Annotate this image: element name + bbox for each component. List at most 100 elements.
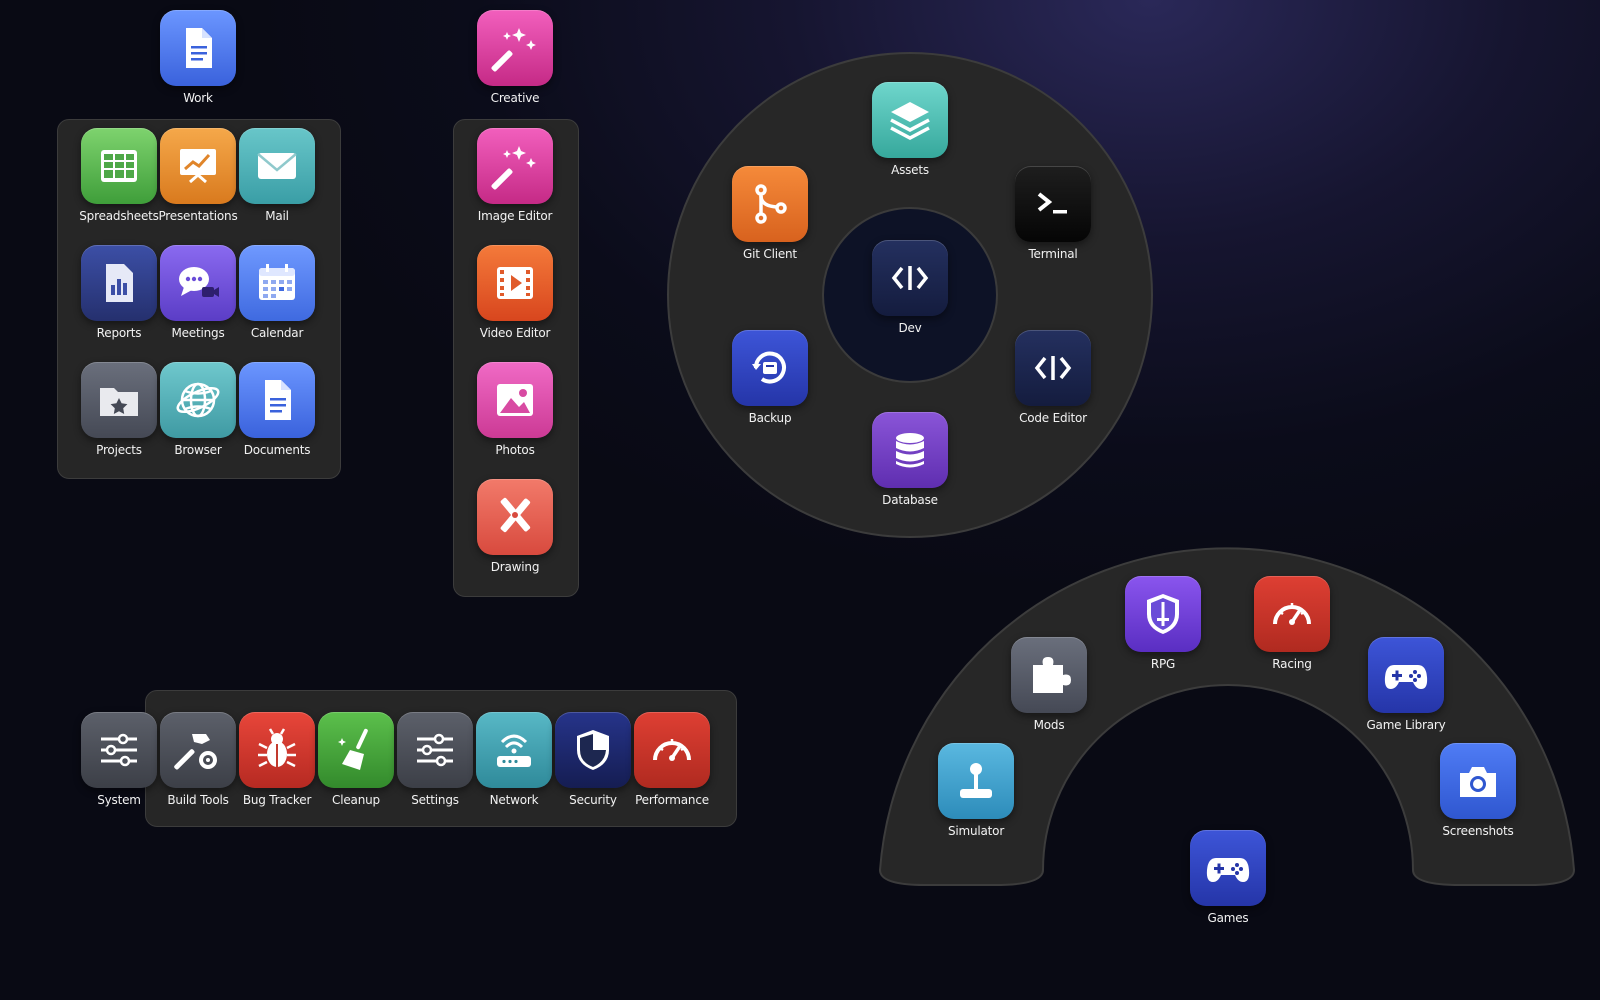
bug-tracker-label: Bug Tracker xyxy=(242,793,312,807)
racing-label: Racing xyxy=(1272,657,1312,671)
app-meetings[interactable]: Meetings xyxy=(153,245,243,340)
app-presentations[interactable]: Presentations xyxy=(153,128,243,223)
app-documents[interactable]: Documents xyxy=(232,362,322,457)
app-terminal[interactable]: Terminal xyxy=(1008,166,1098,261)
documents-label: Documents xyxy=(243,443,311,457)
game-library-label: Game Library xyxy=(1366,718,1446,732)
app-video-editor[interactable]: Video Editor xyxy=(470,245,560,340)
app-photos[interactable]: Photos xyxy=(470,362,560,457)
app-network[interactable]: Network xyxy=(469,712,559,807)
dev-folder[interactable]: Dev xyxy=(865,240,955,335)
sliders-icon xyxy=(81,712,157,788)
gamepad-icon xyxy=(1368,637,1444,713)
cleanup-label: Cleanup xyxy=(332,793,380,807)
meetings-label: Meetings xyxy=(171,326,225,340)
document-icon xyxy=(239,362,315,438)
app-security[interactable]: Security xyxy=(548,712,638,807)
shield-icon xyxy=(555,712,631,788)
app-settings[interactable]: Settings xyxy=(390,712,480,807)
dev-label: Dev xyxy=(898,321,922,335)
app-spreadsheets[interactable]: Spreadsheets xyxy=(74,128,164,223)
creative-label: Creative xyxy=(490,91,540,105)
system-label: System xyxy=(97,793,141,807)
system-folder[interactable]: System xyxy=(74,712,164,807)
backup-label: Backup xyxy=(748,411,792,425)
app-game-library[interactable]: Game Library xyxy=(1361,637,1451,732)
backup-icon xyxy=(732,330,808,406)
mail-label: Mail xyxy=(265,209,289,223)
broom-icon xyxy=(318,712,394,788)
database-label: Database xyxy=(882,493,938,507)
pencil-ruler-icon xyxy=(477,479,553,555)
app-projects[interactable]: Projects xyxy=(74,362,164,457)
mail-icon xyxy=(239,128,315,204)
spreadsheet-icon xyxy=(81,128,157,204)
work-label: Work xyxy=(183,91,213,105)
chat-bubble-icon xyxy=(160,245,236,321)
games-folder[interactable]: Games xyxy=(1183,830,1273,925)
drawing-label: Drawing xyxy=(490,560,540,574)
git-client-label: Git Client xyxy=(743,247,797,261)
app-performance[interactable]: Performance xyxy=(627,712,717,807)
app-racing[interactable]: Racing xyxy=(1247,576,1337,671)
git-branch-icon xyxy=(732,166,808,242)
app-calendar[interactable]: Calendar xyxy=(232,245,322,340)
simulator-label: Simulator xyxy=(947,824,1005,838)
layers-icon xyxy=(872,82,948,158)
calendar-label: Calendar xyxy=(250,326,304,340)
assets-label: Assets xyxy=(891,163,929,177)
screenshots-label: Screenshots xyxy=(1442,824,1514,838)
app-simulator[interactable]: Simulator xyxy=(931,743,1021,838)
gamepad-icon xyxy=(1190,830,1266,906)
app-reports[interactable]: Reports xyxy=(74,245,164,340)
sliders-icon xyxy=(397,712,473,788)
app-code-editor[interactable]: Code Editor xyxy=(1008,330,1098,425)
magic-wand-icon xyxy=(477,128,553,204)
document-icon xyxy=(160,10,236,86)
bug-icon xyxy=(239,712,315,788)
rpg-label: RPG xyxy=(1150,657,1176,671)
creative-folder[interactable]: Creative xyxy=(470,10,560,105)
app-git-client[interactable]: Git Client xyxy=(725,166,815,261)
app-drawing[interactable]: Drawing xyxy=(470,479,560,574)
build-tools-label: Build Tools xyxy=(167,793,229,807)
settings-label: Settings xyxy=(411,793,459,807)
code-icon xyxy=(872,240,948,316)
camera-icon xyxy=(1440,743,1516,819)
film-icon xyxy=(477,245,553,321)
mods-label: Mods xyxy=(1033,718,1065,732)
app-browser[interactable]: Browser xyxy=(153,362,243,457)
presentation-icon xyxy=(160,128,236,204)
app-backup[interactable]: Backup xyxy=(725,330,815,425)
app-mods[interactable]: Mods xyxy=(1004,637,1094,732)
globe-icon xyxy=(160,362,236,438)
folder-star-icon xyxy=(81,362,157,438)
app-bug-tracker[interactable]: Bug Tracker xyxy=(232,712,322,807)
code-icon xyxy=(1015,330,1091,406)
calendar-icon xyxy=(239,245,315,321)
shield-sword-icon xyxy=(1125,576,1201,652)
code-editor-label: Code Editor xyxy=(1019,411,1087,425)
work-folder[interactable]: Work xyxy=(153,10,243,105)
app-build-tools[interactable]: Build Tools xyxy=(153,712,243,807)
gauge-icon xyxy=(1254,576,1330,652)
app-screenshots[interactable]: Screenshots xyxy=(1433,743,1523,838)
app-database[interactable]: Database xyxy=(865,412,955,507)
app-rpg[interactable]: RPG xyxy=(1118,576,1208,671)
puzzle-icon xyxy=(1011,637,1087,713)
hammer-gear-icon xyxy=(160,712,236,788)
app-assets[interactable]: Assets xyxy=(865,82,955,177)
router-icon xyxy=(476,712,552,788)
performance-label: Performance xyxy=(635,793,709,807)
terminal-label: Terminal xyxy=(1028,247,1078,261)
network-label: Network xyxy=(489,793,539,807)
app-mail[interactable]: Mail xyxy=(232,128,322,223)
app-cleanup[interactable]: Cleanup xyxy=(311,712,401,807)
app-image-editor[interactable]: Image Editor xyxy=(470,128,560,223)
photos-label: Photos xyxy=(495,443,535,457)
photo-icon xyxy=(477,362,553,438)
terminal-icon xyxy=(1015,166,1091,242)
security-label: Security xyxy=(569,793,617,807)
report-icon xyxy=(81,245,157,321)
database-icon xyxy=(872,412,948,488)
